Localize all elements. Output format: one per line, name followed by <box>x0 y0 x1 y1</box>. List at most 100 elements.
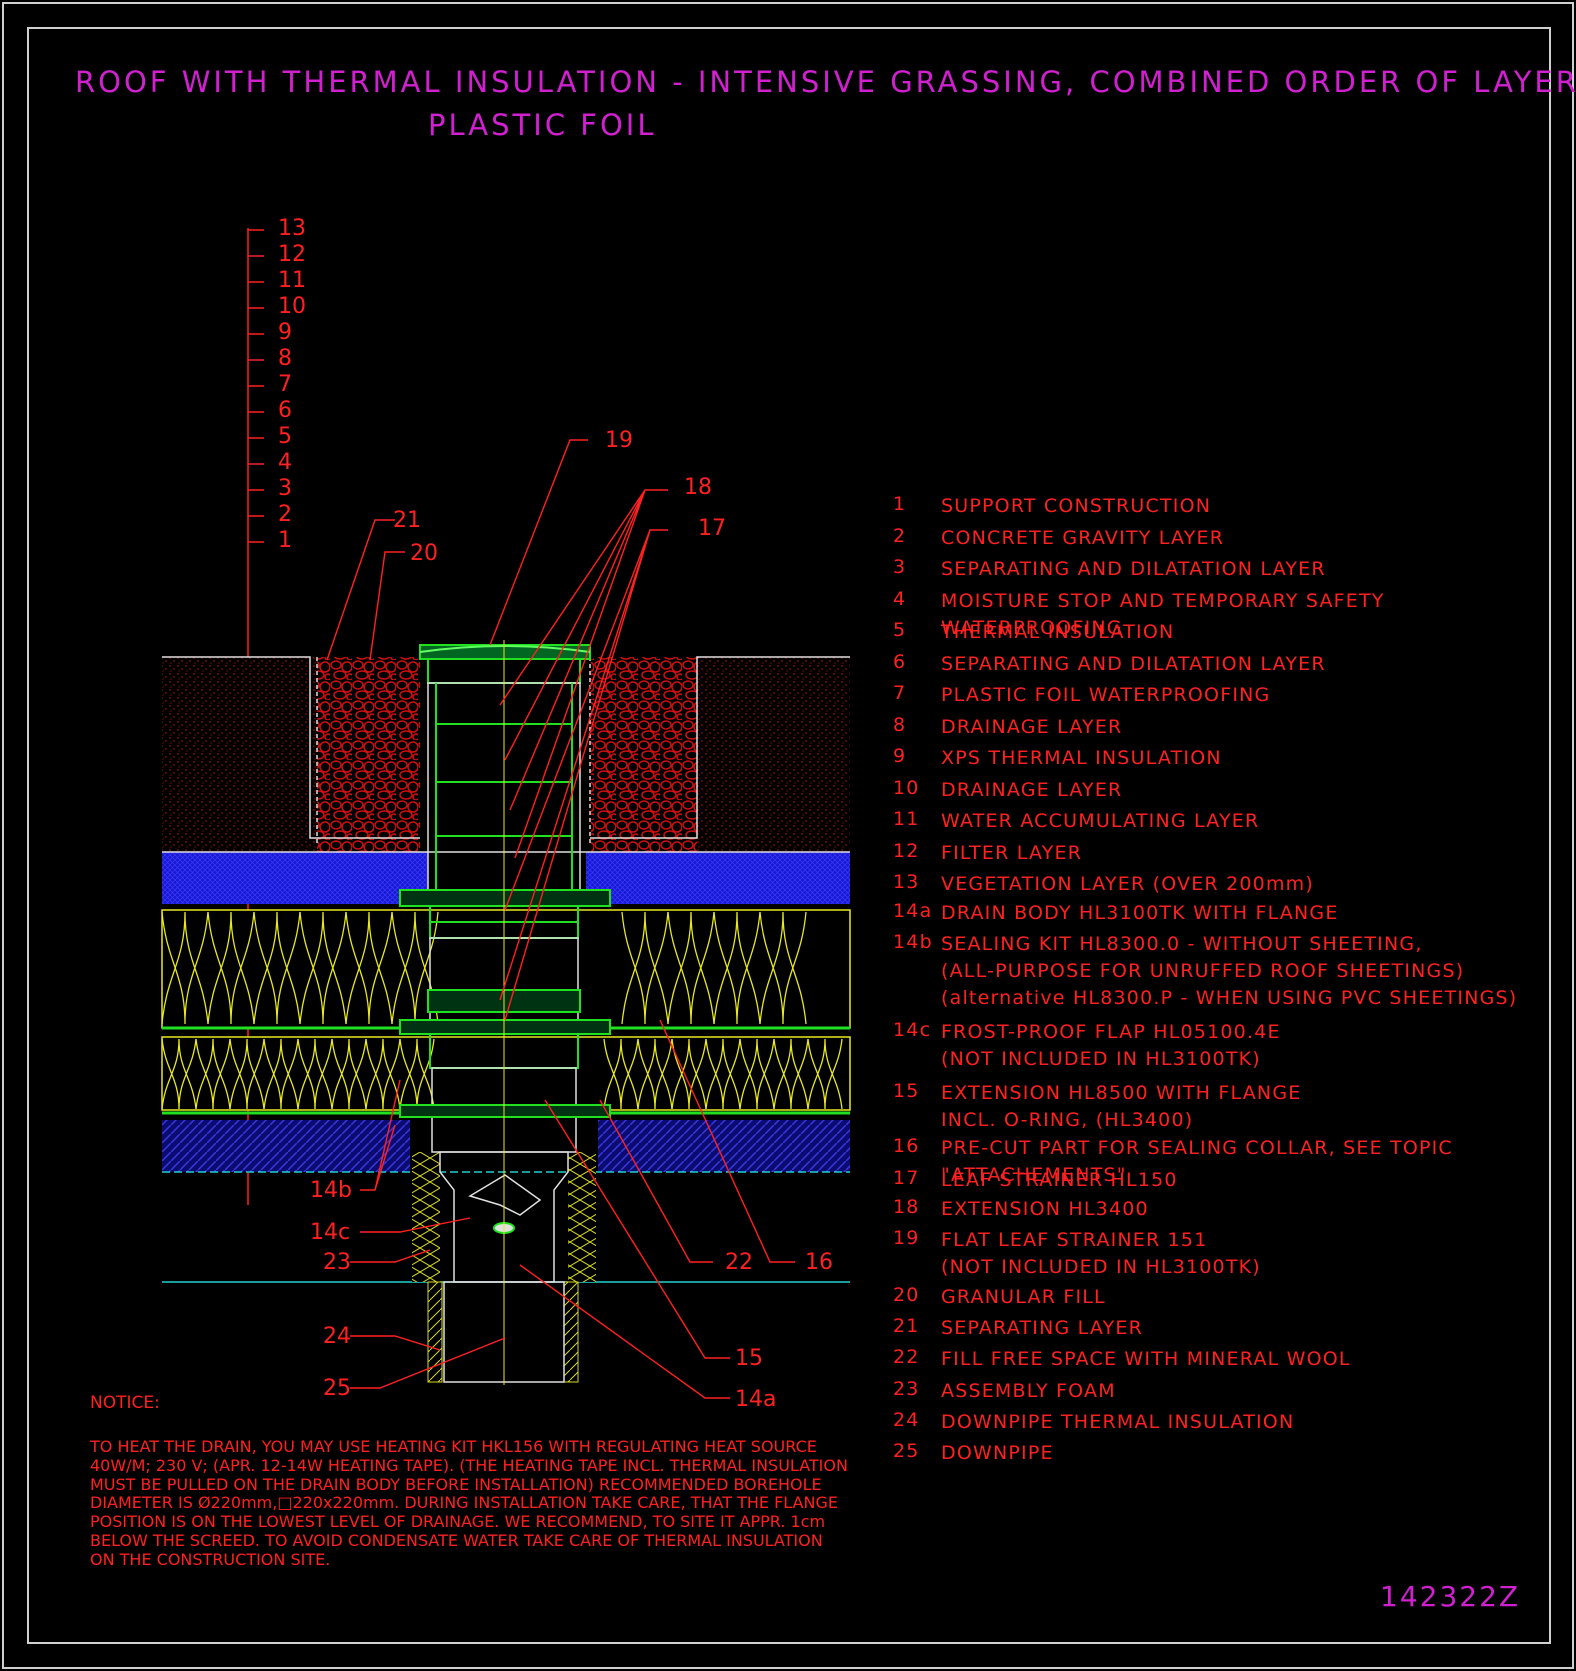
legend-num: 22 <box>893 1346 920 1368</box>
legend-item: 17 LEAF STRAINER HL150 <box>893 1167 1563 1196</box>
legend-item: 14b SEALING KIT HL8300.0 - WITHOUT SHEETI… <box>893 931 1563 1019</box>
scale-label: 12 <box>278 242 306 267</box>
callout-19: 19 <box>605 428 633 453</box>
legend-text: DOWNPIPE <box>941 1442 1054 1464</box>
callout-14b: 14b <box>310 1178 352 1203</box>
legend-item: 22 FILL FREE SPACE WITH MINERAL WOOL <box>893 1346 1563 1378</box>
scale-label: 10 <box>278 294 306 319</box>
legend-num: 24 <box>893 1409 920 1431</box>
legend-item: 3 SEPARATING AND DILATATION LAYER <box>893 556 1563 588</box>
legend-text: FILTER LAYER <box>941 841 1083 864</box>
legend-text: FROST-PROOF FLAP HL05100.4E (NOT INCLUDE… <box>941 1021 1281 1070</box>
scale-label: 13 <box>278 216 306 241</box>
legend-text: EXTENSION HL3400 <box>941 1198 1149 1220</box>
legend-item: 21 SEPARATING LAYER <box>893 1315 1563 1346</box>
legend-num: 19 <box>893 1227 920 1249</box>
legend-num: 15 <box>893 1080 920 1102</box>
legend-num: 2 <box>893 524 907 547</box>
callout-18: 18 <box>684 475 712 500</box>
scale-label: 11 <box>278 268 306 293</box>
legend-num: 14c <box>893 1019 932 1041</box>
legend-item: 24 DOWNPIPE THERMAL INSULATION <box>893 1409 1563 1440</box>
callout-16: 16 <box>805 1250 833 1275</box>
legend-item: 14a DRAIN BODY HL3100TK WITH FLANGE <box>893 900 1563 931</box>
downpipe-insulation <box>427 1281 579 1383</box>
legend-text: SEPARATING LAYER <box>941 1317 1144 1339</box>
legend-num: 7 <box>893 682 907 704</box>
legend-item: 23 ASSEMBLY FOAM <box>893 1378 1563 1409</box>
legend-num: 18 <box>893 1196 920 1218</box>
callout-23: 23 <box>323 1250 351 1275</box>
legend-text: SUPPORT CONSTRUCTION <box>941 495 1212 517</box>
legend-text: DRAINAGE LAYER <box>941 715 1123 738</box>
legend-item: 13 VEGETATION LAYER (OVER 200mm) <box>893 871 1563 900</box>
legend: 1 SUPPORT CONSTRUCTION 2 CONCRETE GRAVITY … <box>893 493 1563 1471</box>
legend-num: 3 <box>893 556 907 578</box>
legend-item: 5 THERMAL INSULATION <box>893 619 1563 651</box>
legend-text: ASSEMBLY FOAM <box>941 1380 1116 1402</box>
scale-label: 6 <box>278 398 292 423</box>
legend-item: 8 DRAINAGE LAYER <box>893 714 1563 746</box>
legend-item: 19 FLAT LEAF STRAINER 151 (NOT INCLUDED I… <box>893 1227 1563 1284</box>
callout-14c: 14c <box>310 1220 351 1245</box>
legend-num: 6 <box>893 650 907 673</box>
legend-item: 10 DRAINAGE LAYER <box>893 777 1563 809</box>
drawing-title: ROOF WITH THERMAL INSULATION - INTENSIVE… <box>75 65 1576 99</box>
legend-text: DOWNPIPE THERMAL INSULATION <box>941 1411 1295 1433</box>
legend-item: 1 SUPPORT CONSTRUCTION <box>893 493 1563 525</box>
legend-num: 9 <box>893 745 907 767</box>
thermal-insulation <box>161 1036 851 1115</box>
concrete-gravity-layer <box>162 1120 850 1173</box>
callout-15: 15 <box>735 1346 763 1371</box>
callout-24: 24 <box>323 1324 351 1349</box>
scale-label: 1 <box>278 528 292 553</box>
legend-item: 9 XPS THERMAL INSULATION <box>893 745 1563 777</box>
legend-text: THERMAL INSULATION <box>941 621 1175 643</box>
callout-25: 25 <box>323 1376 351 1401</box>
legend-num: 8 <box>893 713 907 736</box>
legend-item: 25 DOWNPIPE <box>893 1440 1563 1471</box>
callout-17: 17 <box>698 516 726 541</box>
legend-item: 20 GRANULAR FILL <box>893 1284 1563 1315</box>
scale-label: 2 <box>278 502 292 527</box>
legend-num: 10 <box>893 776 920 799</box>
callout-14a: 14a <box>735 1387 777 1412</box>
scale-label: 5 <box>278 424 292 449</box>
legend-item: 7 PLASTIC FOIL WATERPROOFING <box>893 682 1563 714</box>
legend-text: SEALING KIT HL8300.0 - WITHOUT SHEETING,… <box>941 933 1518 1009</box>
legend-item: 4 MOISTURE STOP AND TEMPORARY SAFETY WATE… <box>893 588 1563 639</box>
scale-label: 7 <box>278 372 292 397</box>
legend-item: 18 EXTENSION HL3400 <box>893 1196 1563 1227</box>
legend-num: 1 <box>893 493 907 515</box>
scale-label: 4 <box>278 450 292 475</box>
legend-num: 17 <box>893 1167 920 1189</box>
legend-item: 16 PRE-CUT PART FOR SEALING COLLAR, SEE T… <box>893 1135 1563 1186</box>
legend-text: LEAF STRAINER HL150 <box>941 1169 1178 1191</box>
legend-num: 11 <box>893 808 920 830</box>
legend-text: GRANULAR FILL <box>941 1286 1106 1308</box>
legend-num: 25 <box>893 1440 920 1462</box>
soil-layers <box>162 656 850 852</box>
legend-text: PLASTIC FOIL WATERPROOFING <box>941 684 1271 706</box>
scale-label: 3 <box>278 476 292 501</box>
legend-item: 11 WATER ACCUMULATING LAYER <box>893 808 1563 840</box>
legend-text: FLAT LEAF STRAINER 151 (NOT INCLUDED IN … <box>941 1229 1261 1278</box>
legend-num: 20 <box>893 1284 920 1306</box>
legend-text: DRAIN BODY HL3100TK WITH FLANGE <box>941 902 1339 924</box>
notice-body: TO HEAT THE DRAIN, YOU MAY USE HEATING K… <box>90 1437 848 1569</box>
legend-num: 16 <box>893 1135 920 1157</box>
legend-text: XPS THERMAL INSULATION <box>941 747 1222 769</box>
legend-item: 6 SEPARATING AND DILATATION LAYER <box>893 651 1563 683</box>
legend-text: DRAINAGE LAYER <box>941 778 1123 801</box>
legend-num: 5 <box>893 619 907 641</box>
legend-text: VEGETATION LAYER (OVER 200mm) <box>941 873 1314 895</box>
drawing-code: 142322Z <box>1380 1580 1521 1613</box>
legend-num: 12 <box>893 839 920 862</box>
legend-item: 12 FILTER LAYER <box>893 840 1563 872</box>
drawing-subtitle: PLASTIC FOIL <box>428 108 657 142</box>
legend-text: FILL FREE SPACE WITH MINERAL WOOL <box>941 1348 1351 1370</box>
notice-heading: NOTICE: <box>90 1393 160 1413</box>
scale-label: 9 <box>278 320 292 345</box>
legend-num: 13 <box>893 871 920 893</box>
scale-label: 8 <box>278 346 292 371</box>
